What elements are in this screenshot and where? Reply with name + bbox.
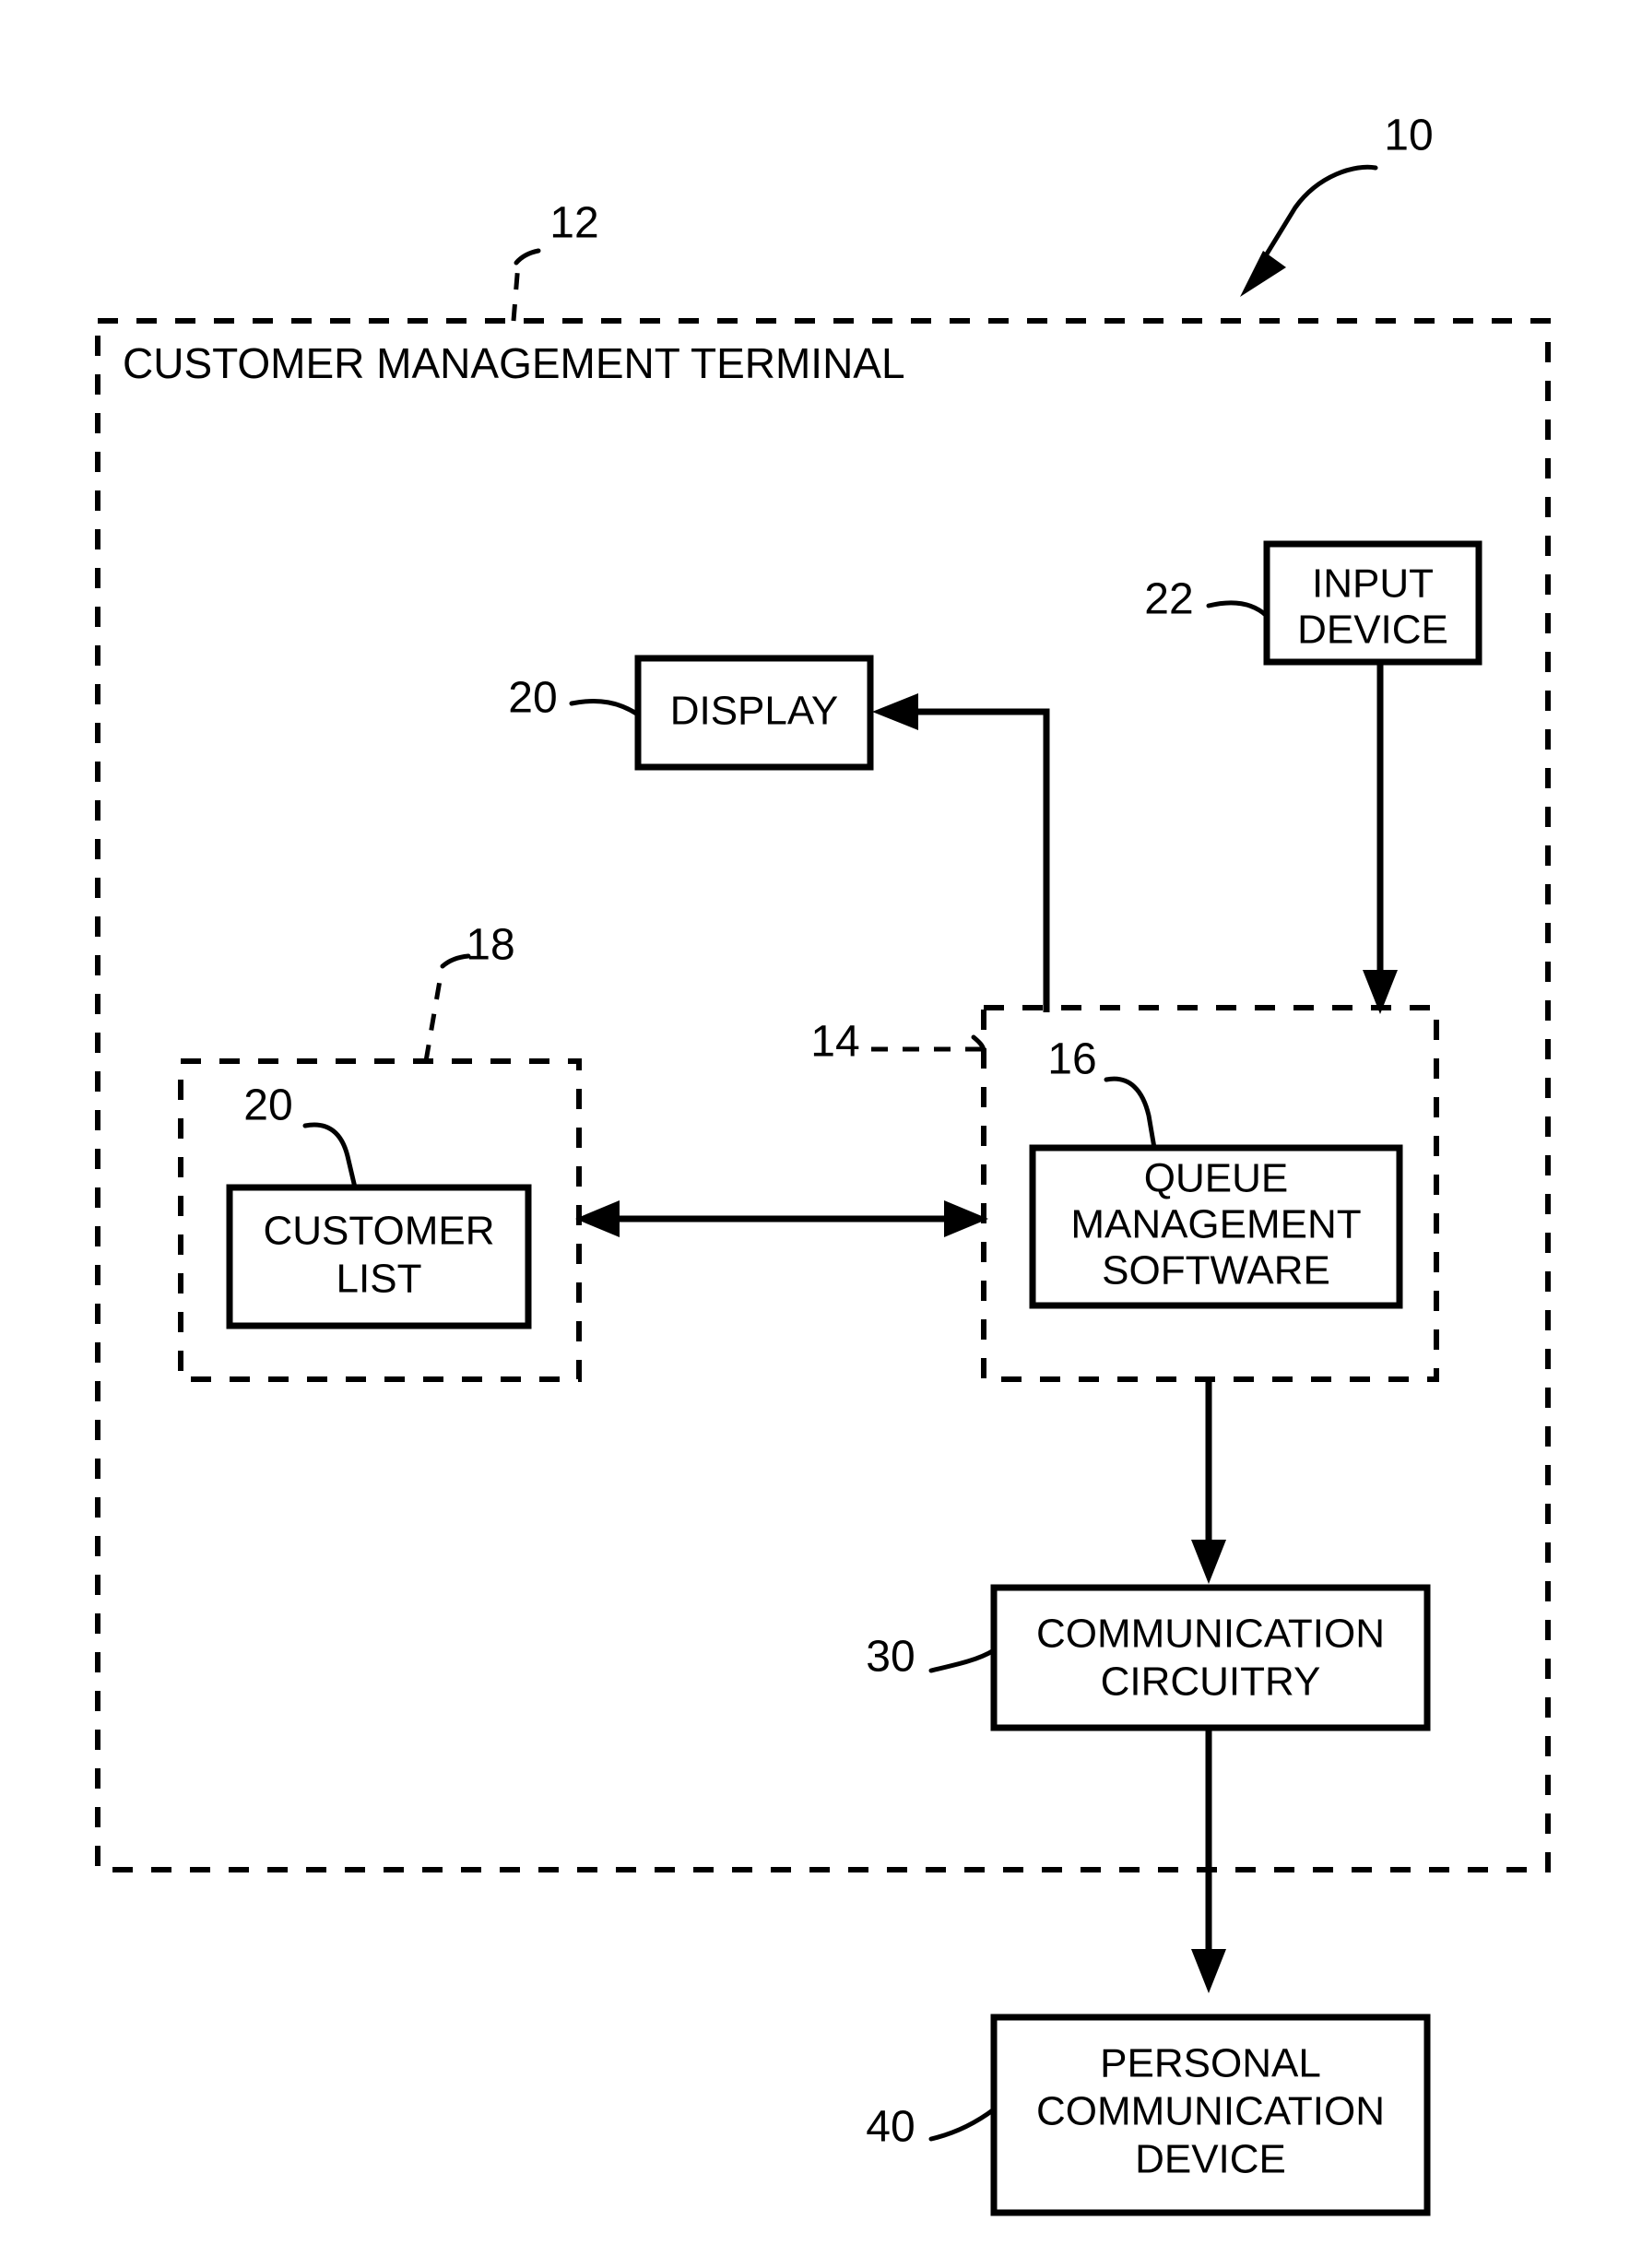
personal-communication-device-label-line3: DEVICE: [1135, 2137, 1286, 2182]
queue-to-display-arrowhead: [872, 693, 918, 730]
link-arrowhead-left: [575, 1200, 620, 1237]
personal-communication-device-label-line2: COMMUNICATION: [1036, 2089, 1385, 2134]
communication-circuitry-label-line2: CIRCUITRY: [1101, 1660, 1321, 1705]
terminal-reference-numeral: 12: [549, 199, 598, 248]
comm-circuitry-30-leader: [928, 1648, 997, 1673]
region-18-leader: [423, 969, 444, 1062]
queue-management-software-label-line3: SOFTWARE: [1102, 1248, 1330, 1293]
figure-canvas: 10 12 CUSTOMER MANAGEMENT TERMINAL INPUT…: [95, 112, 1551, 2216]
personal-communication-device-label-line1: PERSONAL: [1100, 2041, 1321, 2086]
patent-figure: 10 12 CUSTOMER MANAGEMENT TERMINAL INPUT…: [0, 0, 1630, 2268]
terminal-12-leader: [511, 263, 521, 322]
communication-circuitry-label-line1: COMMUNICATION: [1036, 1612, 1385, 1657]
input-device-label-line1: INPUT: [1312, 561, 1434, 607]
input-device-label-line2: DEVICE: [1297, 608, 1448, 653]
personal-device-40-leader: [928, 2107, 997, 2142]
personal-communication-device-reference-numeral: 40: [866, 2103, 915, 2152]
figure-10-leader: [1260, 164, 1378, 263]
customer-management-terminal-title: CUSTOMER MANAGEMENT TERMINAL: [123, 339, 905, 387]
display-20-leader: [569, 699, 641, 717]
communication-circuitry-reference-numeral: 30: [866, 1633, 915, 1682]
input-device-22-leader: [1206, 600, 1270, 619]
customer-list-20-leader: [302, 1122, 358, 1190]
queue-management-software-label-line1: QUEUE: [1144, 1156, 1288, 1201]
terminal-12-leader-hook: [514, 248, 541, 266]
customer-list-region-reference-numeral: 18: [466, 921, 514, 970]
customer-list-label-line2: LIST: [337, 1257, 422, 1302]
input-device-reference-numeral: 22: [1144, 575, 1193, 624]
queue-to-comm-arrowhead: [1191, 1540, 1226, 1584]
customer-list-reference-numeral: 20: [243, 1081, 292, 1130]
queue-16-leader: [1104, 1076, 1157, 1151]
display-reference-numeral: 20: [508, 674, 557, 723]
region-18-leader-hook: [440, 953, 471, 969]
queue-region-reference-numeral: 14: [810, 1018, 859, 1067]
queue-management-software-reference-numeral: 16: [1047, 1035, 1096, 1084]
queue-management-software-label-line2: MANAGEMENT: [1070, 1202, 1361, 1247]
customer-list-label-line1: CUSTOMER: [264, 1209, 495, 1254]
display-label: DISPLAY: [670, 689, 839, 734]
communication-circuitry-box: [990, 1584, 1431, 1731]
comm-to-device-arrowhead: [1191, 1949, 1226, 1993]
queue-to-display-line: [918, 708, 1050, 1012]
figure-10-arrowhead: [1240, 251, 1286, 297]
figure-reference-numeral: 10: [1384, 112, 1433, 160]
